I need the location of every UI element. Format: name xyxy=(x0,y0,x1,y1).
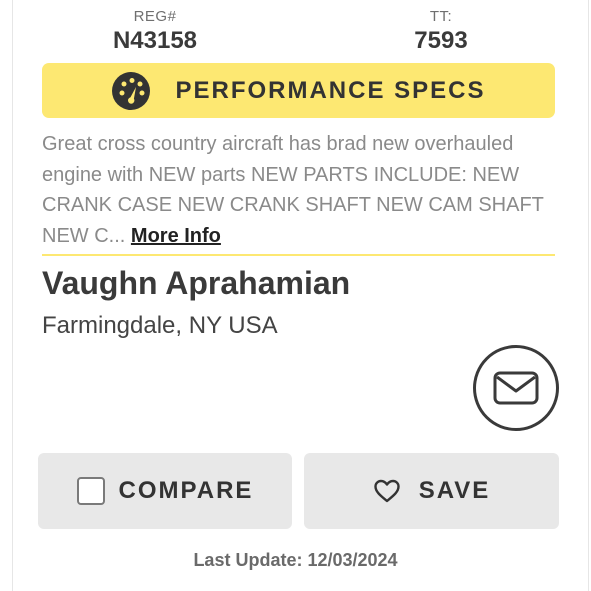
save-button[interactable]: SAVE xyxy=(304,453,559,529)
tt-stat: TT: 7593 xyxy=(341,8,541,56)
section-divider xyxy=(42,254,555,256)
description-text: Great cross country aircraft has brad ne… xyxy=(42,133,544,247)
compare-label: COMPARE xyxy=(118,477,254,504)
reg-value: N43158 xyxy=(112,27,198,54)
performance-specs-label: PERFORMANCE SPECS xyxy=(175,76,486,104)
listing-description: Great cross country aircraft has brad ne… xyxy=(42,129,557,251)
tt-label: TT: xyxy=(429,8,453,25)
more-info-link[interactable]: More Info xyxy=(131,225,221,247)
envelope-icon xyxy=(493,371,539,405)
tt-value: 7593 xyxy=(414,27,468,54)
heart-icon xyxy=(374,479,400,503)
speedometer-icon xyxy=(112,71,151,110)
reg-label: REG# xyxy=(133,8,177,25)
compare-checkbox[interactable] xyxy=(76,477,105,505)
email-seller-button[interactable] xyxy=(473,345,559,431)
seller-name: Vaughn Aprahamian xyxy=(42,265,351,301)
save-label: SAVE xyxy=(418,477,491,504)
reg-stat: REG# N43158 xyxy=(55,8,255,56)
compare-button[interactable]: COMPARE xyxy=(38,453,292,529)
last-update-text: Last Update: 12/03/2024 xyxy=(193,550,398,570)
performance-specs-button[interactable]: PERFORMANCE SPECS xyxy=(42,63,555,118)
seller-location: Farmingdale, NY USA xyxy=(42,312,278,339)
